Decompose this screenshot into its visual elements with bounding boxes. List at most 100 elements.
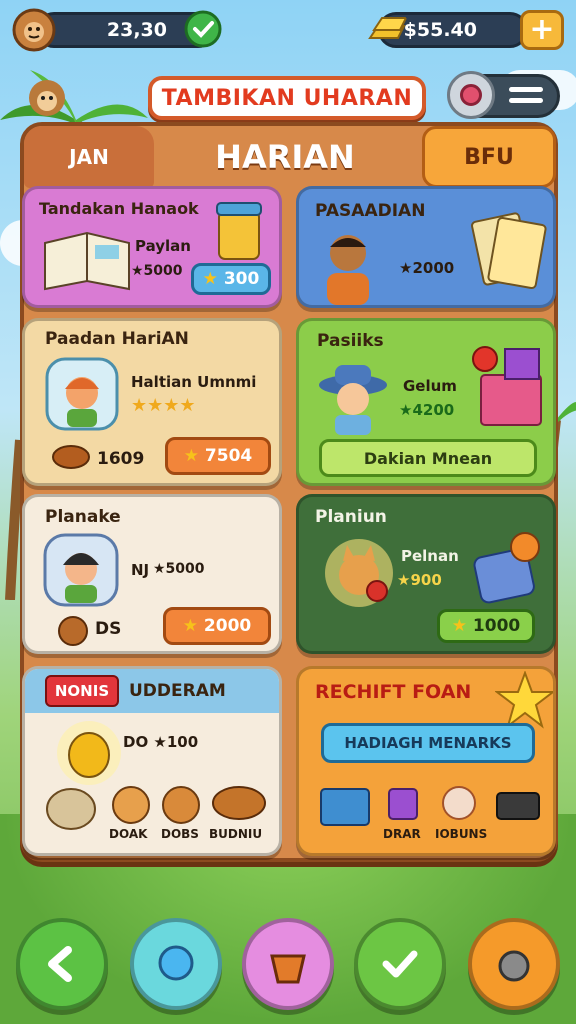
tag-label: NONIS xyxy=(54,682,110,700)
bonus-card[interactable]: RECHIFT FOAN HADIAGH MENARKS DRAR IOBUNS xyxy=(296,666,556,856)
mango-icon xyxy=(57,721,121,785)
quest-card[interactable]: Planiun Pelnan ★900 ★ 1000 xyxy=(296,494,556,654)
action-label: Dakian Mnean xyxy=(363,448,493,468)
card-subtitle: Paylan xyxy=(135,237,191,255)
money-amount: $55.40 xyxy=(403,19,477,41)
add-money-button[interactable]: + xyxy=(520,10,564,50)
star-icon: ★ xyxy=(182,616,198,636)
card-title: Pasiiks xyxy=(317,331,384,351)
tab-jan[interactable]: JAN xyxy=(24,126,154,188)
gold-bar-icon xyxy=(368,17,408,39)
star-icon: ★ xyxy=(183,446,199,466)
bonus-card[interactable]: NONIS UDDERAM DO ★100 DOAK DOBS BUDNIU xyxy=(22,666,282,856)
gift-box-icon xyxy=(472,346,542,426)
jar-icon xyxy=(216,202,262,260)
pet-label: DOAK xyxy=(109,827,148,841)
card-title: Paadan HariAN xyxy=(45,329,189,349)
pet-icon xyxy=(212,786,266,820)
back-icon xyxy=(48,946,72,982)
check-icon[interactable] xyxy=(184,10,222,48)
star-icon: ★ xyxy=(202,269,218,289)
card-title: RECHIFT FOAN xyxy=(315,681,472,703)
claim-button[interactable]: ★ 7504 xyxy=(165,437,271,475)
reward-label: IOBUNS xyxy=(435,827,488,841)
confirm-button[interactable] xyxy=(354,918,446,1010)
pouch-icon xyxy=(58,616,88,646)
wallet-icon xyxy=(496,792,540,820)
tab-harian[interactable]: HARIAN xyxy=(160,126,410,188)
card-subtitle: NJ xyxy=(131,561,150,579)
claim-value: 7504 xyxy=(204,446,253,466)
settings-group xyxy=(447,71,560,119)
gift-box-icon xyxy=(473,532,540,604)
coin-count: 23,30 xyxy=(106,19,167,41)
quest-card[interactable]: Tandakan Hanaok Paylan ★5000 ★ 300 xyxy=(22,186,282,308)
monkey-coin-icon xyxy=(12,8,56,52)
rating-stars: ★★★★ xyxy=(131,395,196,416)
action-button[interactable]: Dakian Mnean xyxy=(319,439,537,477)
avatar-icon xyxy=(45,357,119,431)
gear-icon[interactable] xyxy=(447,71,495,119)
bubble-button[interactable] xyxy=(130,918,222,1010)
explorer-icon xyxy=(319,365,387,435)
card-subtitle: Haltian Umnmi xyxy=(131,373,257,391)
quest-card[interactable]: PASAADIAN ★2000 xyxy=(296,186,556,308)
quest-card[interactable]: Pasiiks Gelum ★4200 Dakian Mnean xyxy=(296,318,556,486)
star-icon: ★ xyxy=(451,616,467,636)
card-reward: ★5000 xyxy=(153,561,205,577)
star-icon xyxy=(495,671,553,729)
claim-button[interactable]: ★ 1000 xyxy=(437,609,535,643)
card-reward: ★4200 xyxy=(399,401,455,419)
potion-icon xyxy=(388,788,418,820)
confirm-icon xyxy=(382,950,418,978)
card-reward: ★5000 xyxy=(131,263,183,279)
pet-icon xyxy=(498,950,530,982)
bubble-icon xyxy=(158,945,194,981)
pet-icon xyxy=(112,786,150,824)
chest-icon xyxy=(320,788,370,826)
banner-label: HADIAGH MENARKS xyxy=(344,734,512,752)
guitar-icon xyxy=(52,445,90,469)
pet-icon xyxy=(46,788,96,830)
card-title: Planake xyxy=(45,507,121,527)
cat-icon xyxy=(325,539,393,607)
claim-value: 2000 xyxy=(203,616,252,636)
basket-icon xyxy=(270,954,306,984)
card-title: Planiun xyxy=(315,507,387,527)
quest-card[interactable]: Paadan HariAN Haltian Umnmi ★★★★ 1609 ★ … xyxy=(22,318,282,486)
claim-value: 300 xyxy=(223,269,260,289)
plus-icon: + xyxy=(529,12,555,47)
reward-label: DRAR xyxy=(383,827,421,841)
cards-icon xyxy=(471,212,547,290)
book-icon xyxy=(44,231,130,291)
card-reward: ★2000 xyxy=(399,259,455,277)
card-subtitle: Pelnan xyxy=(401,547,459,565)
card-count: 1609 xyxy=(97,449,145,469)
pet-icon xyxy=(162,786,200,824)
card-title: Tandakan Hanaok xyxy=(39,199,199,218)
pet-label: BUDNIU xyxy=(209,827,263,841)
monkey-mascot-icon xyxy=(29,80,65,116)
basket-button[interactable] xyxy=(242,918,334,1010)
card-reward: DO ★100 xyxy=(123,733,199,751)
card-title: PASAADIAN xyxy=(315,201,426,221)
rewards-banner[interactable]: HADIAGH MENARKS xyxy=(321,723,535,763)
claim-value: 1000 xyxy=(472,616,521,636)
card-title: UDDERAM xyxy=(129,681,226,701)
pet-button[interactable] xyxy=(468,918,560,1010)
page-title: TAMBIKAN UHARAN xyxy=(148,76,426,120)
fox-icon xyxy=(442,786,476,820)
quest-card[interactable]: Planake NJ ★5000 DS ★ 2000 xyxy=(22,494,282,654)
menu-icon[interactable] xyxy=(509,87,543,107)
character-icon xyxy=(327,235,369,305)
pet-label: DOBS xyxy=(161,827,199,841)
avatar-icon xyxy=(43,533,119,607)
card-subtitle: Gelum xyxy=(403,377,457,395)
claim-button[interactable]: ★ 2000 xyxy=(163,607,271,645)
card-reward: ★900 xyxy=(397,571,442,589)
claim-button[interactable]: ★ 300 xyxy=(191,263,271,295)
card-count: DS xyxy=(95,619,122,639)
tab-bfu[interactable]: BFU xyxy=(422,126,556,188)
back-button[interactable] xyxy=(16,918,108,1010)
tag-badge: NONIS xyxy=(45,675,119,707)
